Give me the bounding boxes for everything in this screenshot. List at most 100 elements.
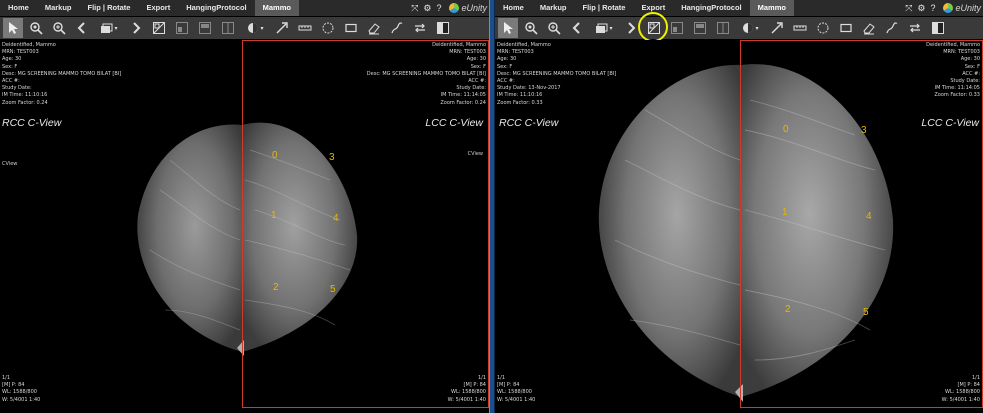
lcc-corner: 1/1 [971,375,980,381]
menu-flip-rotate[interactable]: Flip | Rotate [80,0,139,16]
lcc-footer-block: 1/1 [M] P: 84 WL: 1588/800 W: 5/4001 1:4… [942,375,980,404]
menu-hanging-protocol[interactable]: HangingProtocol [178,0,254,16]
zoom-icon[interactable] [49,18,69,38]
lcc-study-date: Study Date: [950,78,980,85]
ellipse-icon[interactable] [318,18,338,38]
swap-icon[interactable] [410,18,430,38]
prev-icon[interactable] [567,18,587,38]
left-viewer-pane: Home Markup Flip | Rotate Export Hanging… [0,0,489,413]
rcc-im-time: IM Time: 11:10:16 [497,92,543,99]
stack-icon[interactable]: ▾ [590,18,618,38]
window-level-icon[interactable]: ▾ [241,18,269,38]
layout-icon[interactable] [149,18,169,38]
region-marker-2: 2 [273,282,279,293]
rectangle-icon[interactable] [341,18,361,38]
freehand-icon[interactable] [882,18,902,38]
lcc-footer-3: W: 5/4001 1:40 [447,396,486,403]
lcc-sex: Sex: F [470,63,486,70]
rcc-sex: Sex: F [497,63,513,70]
split-icon[interactable] [928,18,948,38]
layout-c-icon[interactable] [713,18,733,38]
menu-mammo[interactable]: Mammo [749,0,794,16]
gear-icon[interactable]: ⚙ [917,0,925,16]
help-icon[interactable]: ? [930,0,935,16]
swap-icon[interactable] [905,18,925,38]
region-marker-3: 3 [329,152,335,163]
arrow-icon[interactable] [767,18,787,38]
lcc-footer-1: [M] P: 84 [957,382,980,389]
rcc-corner: 1/1 [497,375,506,381]
menu-mammo[interactable]: Mammo [254,0,299,16]
image-viewport-left[interactable]: Deidentified, Mammo MRN: TEST003 Age: 30… [0,40,489,413]
layout-b-icon[interactable] [690,18,710,38]
region-marker-1: 1 [271,210,277,221]
rcc-footer-2: WL: 1588/800 [2,389,37,396]
image-viewport-right[interactable]: Deidentified, Mammo MRN: TEST003 Age: 30… [495,40,983,413]
eunity-logo-mark [943,3,954,13]
ruler-icon[interactable] [790,18,810,38]
magnify-icon[interactable] [521,18,541,38]
menu-home[interactable]: Home [0,0,37,16]
layout-a-icon[interactable] [667,18,687,38]
pointer-icon[interactable] [3,18,23,38]
rcc-side-note: CView [2,161,18,167]
split-icon[interactable] [433,18,453,38]
rcc-acc: ACC #: [497,78,515,85]
layout-a-icon[interactable] [172,18,192,38]
menu-flip-rotate[interactable]: Flip | Rotate [575,0,634,16]
eraser-icon[interactable] [859,18,879,38]
layout-b-icon[interactable] [195,18,215,38]
rcc-corner: 1/1 [2,375,11,381]
menu-home[interactable]: Home [495,0,532,16]
rcc-desc: Desc: MG SCREENING MAMMO TOMO BILAT [BI] [2,70,122,77]
eunity-logo: eUnity [943,3,981,13]
rcc-im-time: IM Time: 11:10:16 [2,92,48,99]
rcc-mrn: MRN: TEST003 [2,49,39,56]
layout-icon[interactable] [638,12,668,42]
layout-c-icon[interactable] [218,18,238,38]
region-marker-4: 4 [333,213,339,224]
fullscreen-icon[interactable]: ⤧ [905,0,912,16]
lcc-acc: ACC #: [962,70,980,77]
lcc-im-time: IM Time: 11:14:05 [440,92,486,99]
menu-export[interactable]: Export [138,0,178,16]
region-marker-0: 0 [783,124,789,135]
menu-hanging-protocol[interactable]: HangingProtocol [673,0,749,16]
fullscreen-icon[interactable]: ⤧ [411,0,418,16]
ellipse-icon[interactable] [813,18,833,38]
lcc-info-block: Deidentified, Mammo MRN: TEST003 Age: 30… [367,42,486,107]
freehand-icon[interactable] [387,18,407,38]
lcc-view-title: LCC C-View [921,117,979,129]
eraser-icon[interactable] [364,18,384,38]
lcc-age: Age: 30 [960,56,980,63]
window-level-icon[interactable]: ▾ [736,18,764,38]
ruler-icon[interactable] [295,18,315,38]
magnify-icon[interactable] [26,18,46,38]
lcc-age: Age: 30 [466,56,486,63]
rectangle-icon[interactable] [836,18,856,38]
rcc-footer-3: W: 5/4001 1:40 [497,396,536,403]
prev-icon[interactable] [72,18,92,38]
region-marker-1: 1 [782,207,788,218]
lcc-footer-block: 1/1 [M] P: 84 WL: 1588/800 W: 5/4001 1:4… [448,375,486,404]
menu-markup[interactable]: Markup [37,0,80,16]
stack-icon[interactable]: ▾ [95,18,123,38]
zoom-icon[interactable] [544,18,564,38]
menu-right-group: ⤧ ⚙ ? eUnity [411,0,487,16]
menu-markup[interactable]: Markup [532,0,575,16]
arrow-icon[interactable] [272,18,292,38]
lcc-patient: Deidentified, Mammo [926,42,980,48]
lcc-side-note: CView [467,151,483,157]
rcc-mrn: MRN: TEST003 [497,49,534,56]
lcc-corner: 1/1 [477,375,486,381]
lcc-footer-2: WL: 1588/800 [451,389,486,396]
menu-bar: Home Markup Flip | Rotate Export Hanging… [0,0,489,16]
gear-icon[interactable]: ⚙ [423,0,431,16]
rcc-age: Age: 30 [497,56,517,63]
lcc-acc: ACC #: [468,78,486,85]
next-icon[interactable] [126,18,146,38]
lcc-footer-2: WL: 1588/800 [945,389,980,396]
help-icon[interactable]: ? [436,0,441,16]
eunity-logo-text: eUnity [955,3,981,13]
pointer-icon[interactable] [498,18,518,38]
